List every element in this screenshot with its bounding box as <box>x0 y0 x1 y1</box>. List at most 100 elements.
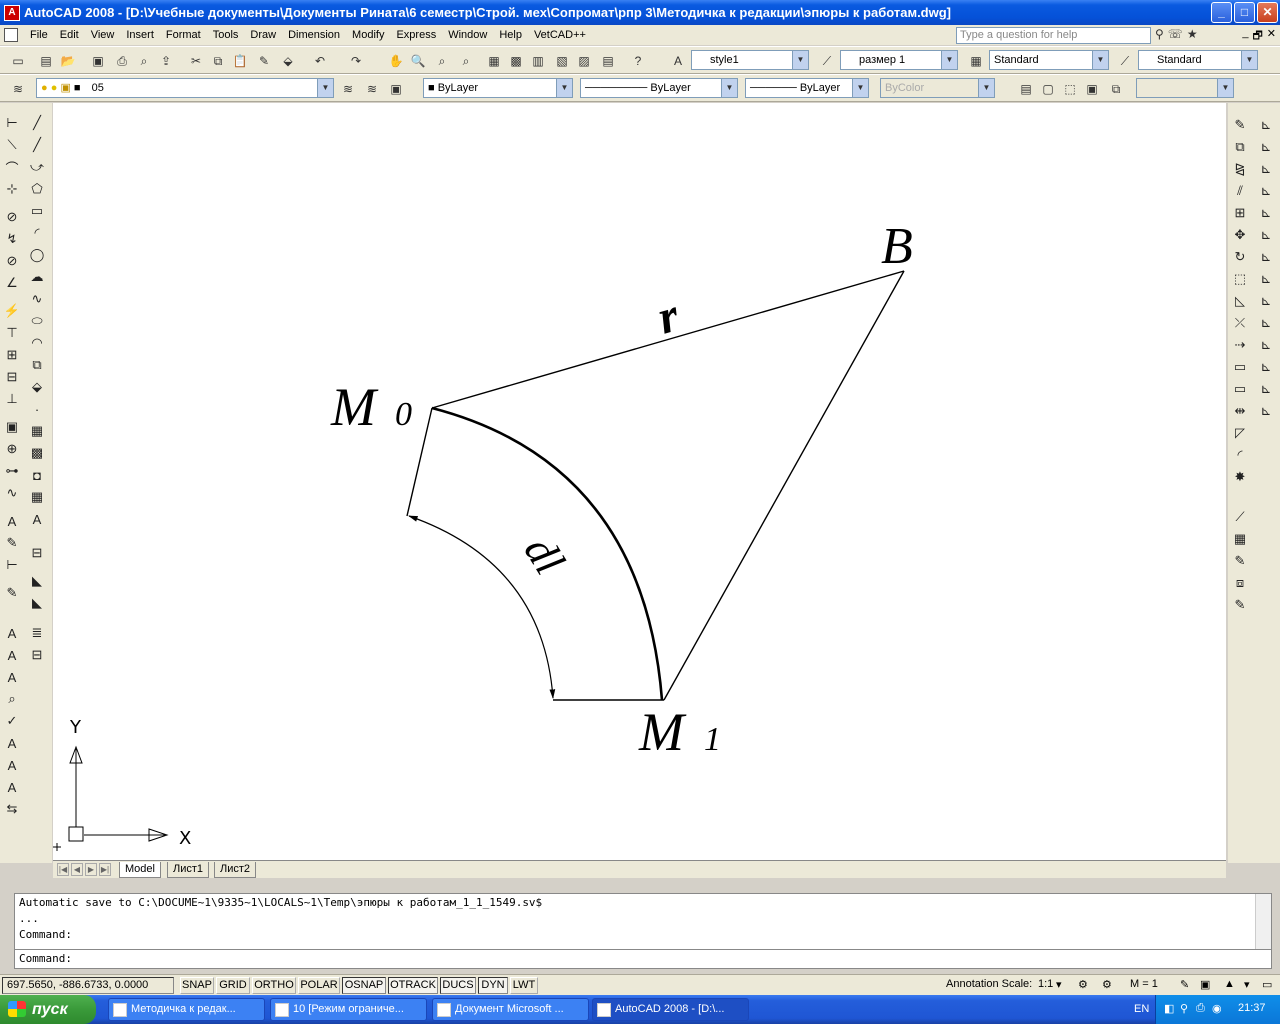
ucs-x-icon[interactable]: ⊾ <box>1256 313 1276 333</box>
snap-toggle[interactable]: SNAP <box>180 977 214 994</box>
help-icon[interactable]: ? <box>628 51 648 71</box>
make-block-icon[interactable]: ⬙ <box>27 377 47 397</box>
stretch-icon[interactable]: ◺ <box>1230 291 1250 311</box>
arc-length-icon[interactable]: ⌒ <box>2 157 22 177</box>
clock[interactable]: 21:37 <box>1238 1002 1266 1014</box>
copy-icon[interactable]: ⧉ <box>208 51 228 71</box>
tab-model[interactable]: Model <box>119 862 161 878</box>
dimension-style-icon[interactable]: ✎ <box>2 583 22 603</box>
scale-text-icon[interactable]: A <box>2 755 22 775</box>
tab-layout1[interactable]: Лист1 <box>167 862 210 878</box>
status-tray-icon[interactable]: ▲ <box>1224 978 1235 990</box>
layer-states-icon[interactable]: ▣ <box>386 79 406 99</box>
multiline-text-icon[interactable]: A <box>27 509 47 529</box>
lineweight-select[interactable]: ────── ByLayer ▼ <box>745 78 869 98</box>
single-viewport-icon[interactable]: ▢ <box>1038 79 1058 99</box>
open-icon[interactable]: 📂 <box>58 51 78 71</box>
grid-toggle[interactable]: GRID <box>216 977 250 994</box>
chevron-down-icon[interactable]: ▼ <box>1092 51 1108 69</box>
menu-modify[interactable]: Modify <box>346 29 390 41</box>
maximize-button[interactable]: □ <box>1234 2 1255 23</box>
antivirus-tray-icon[interactable]: ◉ <box>1212 1002 1222 1015</box>
drawing-canvas[interactable]: B r M 0 M 1 dl Y X <box>53 103 1226 860</box>
text-style-icon[interactable]: A <box>2 733 22 753</box>
layer-previous-icon[interactable]: ≋ <box>362 79 382 99</box>
ucs-face-icon[interactable]: ⊾ <box>1256 181 1276 201</box>
chevron-down-icon[interactable]: ▼ <box>941 51 957 69</box>
undo-icon[interactable]: ↶ <box>310 51 330 71</box>
line-b-m1[interactable] <box>663 270 905 701</box>
communication-center-icon[interactable]: ☏ <box>1168 27 1183 41</box>
minimize-button[interactable]: _ <box>1211 2 1232 23</box>
jogged-linear-icon[interactable]: ∿ <box>2 483 22 503</box>
lock-icon[interactable]: ▣ <box>60 82 70 94</box>
circle-icon[interactable]: ◯ <box>27 245 47 265</box>
break-at-point-icon[interactable]: ▭ <box>1230 357 1250 377</box>
named-ucs-icon[interactable]: ⊾ <box>1256 401 1276 421</box>
redo-icon[interactable]: ↷ <box>346 51 366 71</box>
layer-select[interactable]: ● ● ▣ ■ 05 ▼ <box>36 78 334 98</box>
menu-help[interactable]: Help <box>493 29 528 41</box>
spline-icon[interactable]: ∿ <box>27 289 47 309</box>
zoom-realtime-icon[interactable]: 🔍 <box>408 51 428 71</box>
chevron-down-icon[interactable]: ▾ <box>1244 978 1250 991</box>
menu-express[interactable]: Express <box>390 29 442 41</box>
ucs-icon[interactable]: ⊾ <box>1256 115 1276 135</box>
convert-viewport-icon[interactable]: ▣ <box>1082 79 1102 99</box>
chevron-down-icon[interactable]: ▼ <box>792 51 808 69</box>
menu-insert[interactable]: Insert <box>120 29 160 41</box>
language-indicator[interactable]: EN <box>1134 1003 1149 1015</box>
tab-prev-arrow[interactable]: ◀ <box>71 863 83 876</box>
polygonal-viewport-icon[interactable]: ⬚ <box>1060 79 1080 99</box>
array-icon[interactable]: ⊞ <box>1230 203 1250 223</box>
save-icon[interactable]: ▣ <box>88 51 108 71</box>
osnap-toggle[interactable]: OSNAP <box>342 977 386 994</box>
spell-check-icon[interactable]: ✓ <box>2 711 22 731</box>
quick-dimension-icon[interactable]: ⚡ <box>2 301 22 321</box>
design-center-icon[interactable]: ▩ <box>506 51 526 71</box>
properties-icon[interactable]: ▦ <box>484 51 504 71</box>
draw-order-icon[interactable]: ⧈ <box>1230 573 1250 593</box>
edit-table-icon[interactable]: ▦ <box>1230 529 1250 549</box>
pan-icon[interactable]: ✋ <box>386 51 406 71</box>
hatch-icon[interactable]: ▦ <box>27 421 47 441</box>
otrack-toggle[interactable]: OTRACK <box>388 977 438 994</box>
chevron-down-icon[interactable]: ▼ <box>556 79 572 97</box>
text-icon[interactable]: A <box>2 623 22 643</box>
menu-view[interactable]: View <box>85 29 121 41</box>
dimension-break-icon[interactable]: ⊥ <box>2 389 22 409</box>
sheet-set-icon[interactable]: ▧ <box>552 51 572 71</box>
new-file-icon[interactable]: ▭ <box>8 51 28 71</box>
command-window[interactable]: Automatic save to C:\DOCUME~1\9335~1\LOC… <box>14 893 1272 969</box>
add-leader-icon[interactable]: ◣ <box>27 571 47 591</box>
dimension-style-icon[interactable]: ⟋ <box>817 51 837 71</box>
collect-leaders-icon[interactable]: ⊟ <box>27 645 47 665</box>
annotation-visibility-icon[interactable]: ⚙ <box>1078 978 1088 991</box>
angular-dimension-icon[interactable]: ∠ <box>2 273 22 293</box>
insert-block-icon[interactable]: ⧉ <box>27 355 47 375</box>
edit-text-icon[interactable]: A <box>2 667 22 687</box>
menu-format[interactable]: Format <box>160 29 207 41</box>
help-search-input[interactable]: Type a question for help <box>956 27 1151 44</box>
doc-restore-button[interactable]: 🗗 <box>1252 27 1262 46</box>
document-icon[interactable] <box>4 28 18 42</box>
menu-tools[interactable]: Tools <box>207 29 245 41</box>
ucs-view-icon[interactable]: ⊾ <box>1256 225 1276 245</box>
menu-dimension[interactable]: Dimension <box>282 29 346 41</box>
task-folder-metodichka[interactable]: Методичка к редак... <box>108 998 265 1021</box>
start-button[interactable]: пуск <box>0 995 96 1024</box>
rectangle-icon[interactable]: ▭ <box>27 201 47 221</box>
diameter-dimension-icon[interactable]: ⊘ <box>2 251 22 271</box>
search-tray-icon[interactable]: ⚲ <box>1180 1002 1188 1015</box>
polygon-icon[interactable]: ⬠ <box>27 179 47 199</box>
publish-icon[interactable]: ⇪ <box>156 51 176 71</box>
ucs-z-axis-icon[interactable]: ⊾ <box>1256 269 1276 289</box>
justify-text-icon[interactable]: A <box>2 777 22 797</box>
close-button[interactable]: ✕ <box>1257 2 1278 23</box>
cut-icon[interactable]: ✂ <box>186 51 206 71</box>
chevron-down-icon[interactable]: ▼ <box>317 79 333 97</box>
chevron-down-icon[interactable]: ▼ <box>1241 51 1257 69</box>
tolerance-icon[interactable]: ▣ <box>2 417 22 437</box>
clip-viewport-icon[interactable]: ⧉ <box>1106 79 1126 99</box>
text-style-icon[interactable]: A <box>668 51 688 71</box>
